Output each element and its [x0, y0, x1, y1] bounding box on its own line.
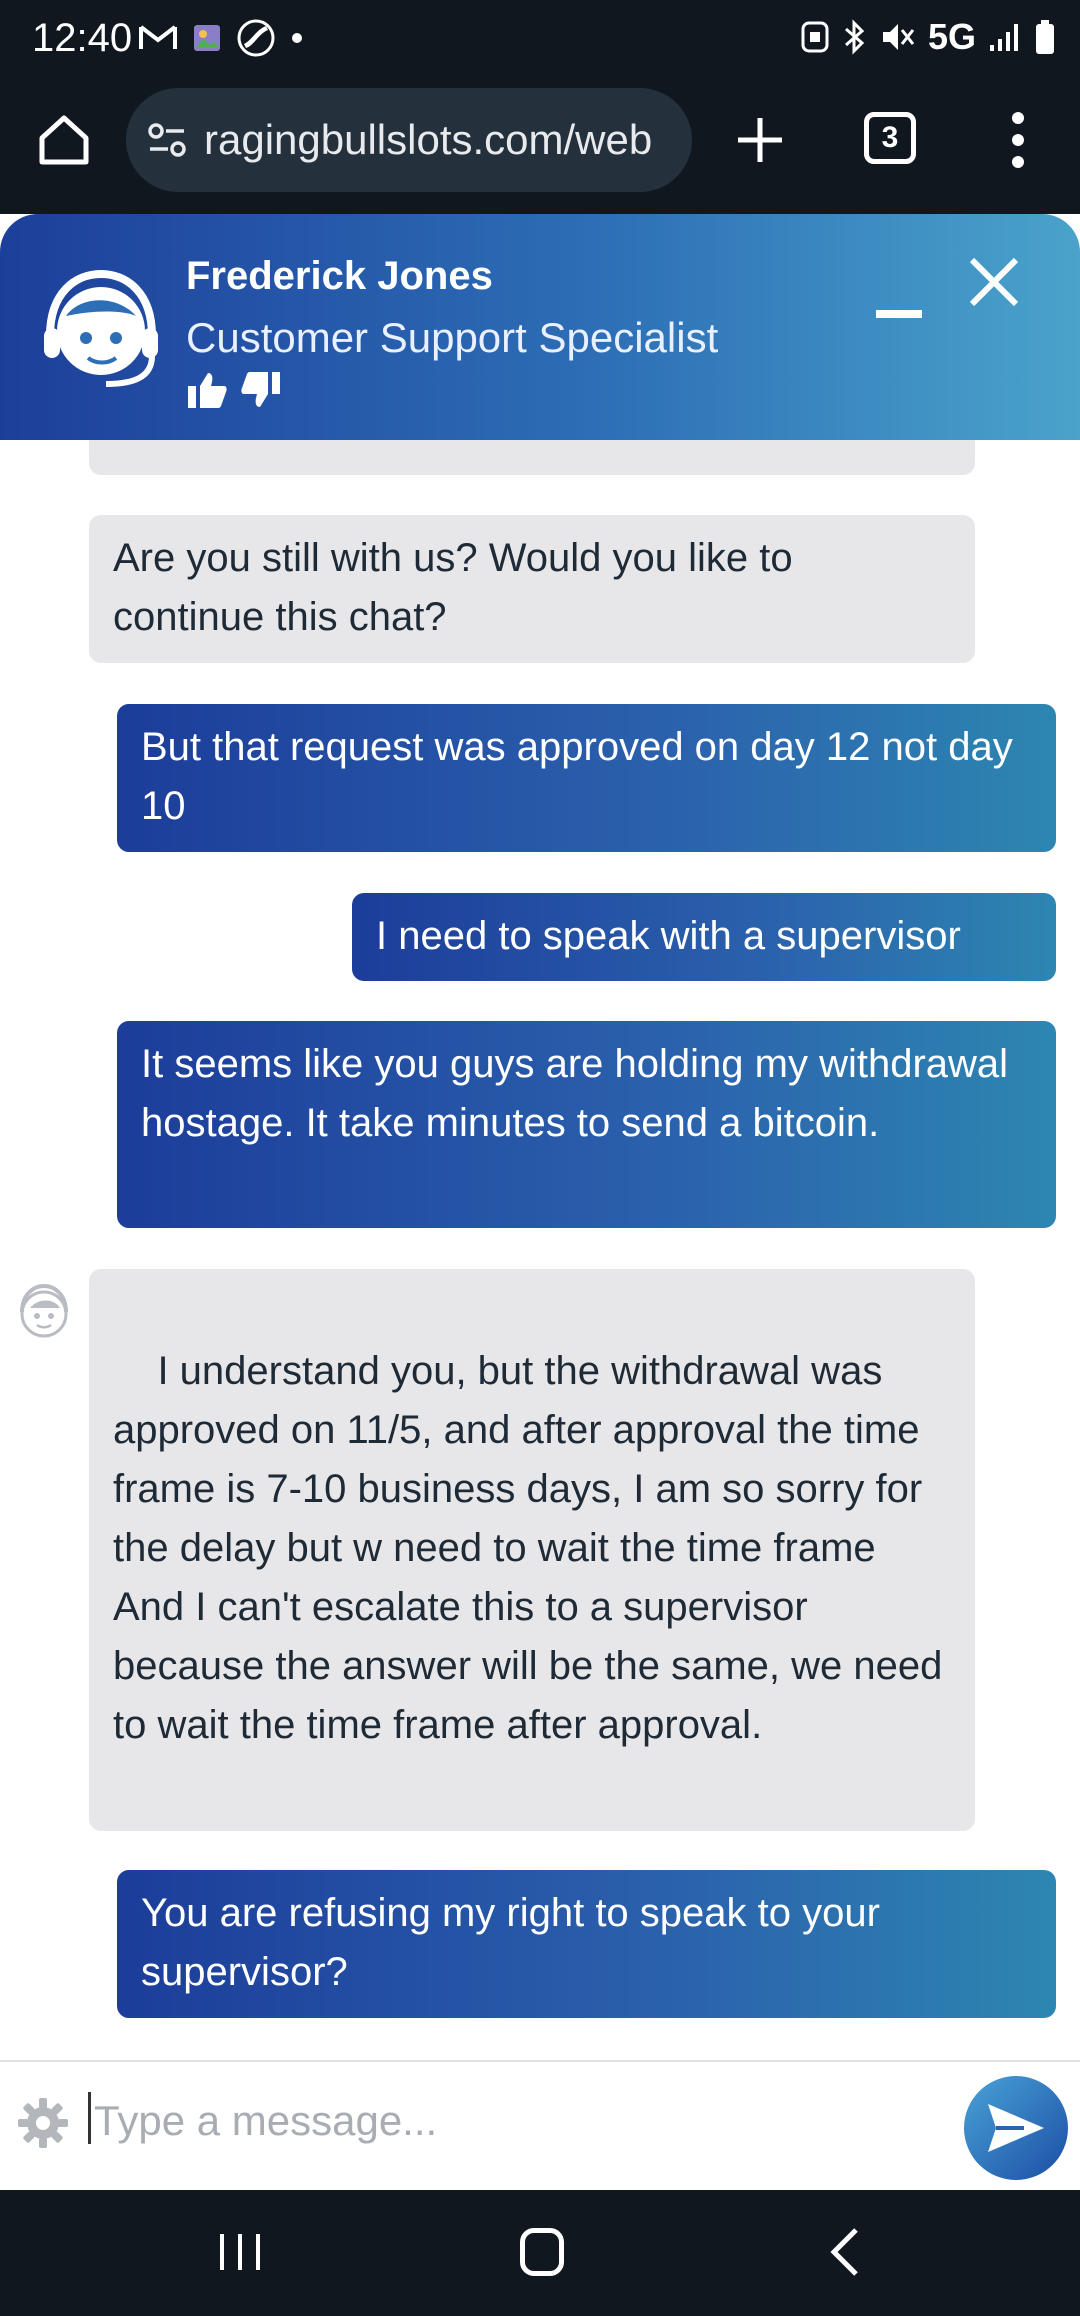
notification-icons — [138, 18, 304, 58]
agent-name: Frederick Jones — [186, 254, 493, 298]
bluetooth-icon — [844, 19, 865, 55]
agent-small-avatar-icon — [20, 1283, 68, 1338]
minimize-button[interactable] — [876, 310, 922, 318]
message-text: It seems like you guys are holding my wi… — [141, 1042, 1009, 1145]
message-composer — [0, 2060, 1080, 2190]
tab-switcher-button[interactable]: 3 — [864, 112, 916, 164]
user-message: It seems like you guys are holding my wi… — [117, 1021, 1056, 1228]
home-nav-button[interactable] — [520, 2228, 564, 2276]
mute-icon — [882, 24, 915, 50]
battery-saver-icon — [801, 21, 829, 53]
site-settings-icon[interactable] — [146, 118, 190, 162]
status-right-icons: 5G — [800, 16, 1056, 58]
message-text: I understand you, but the withdrawal was… — [113, 1349, 943, 1747]
photos-icon — [194, 25, 220, 51]
agent-avatar-icon — [44, 269, 158, 387]
signal-icon — [990, 24, 1018, 51]
agent-message: I understand you, but the withdrawal was… — [89, 1269, 975, 1831]
gear-icon[interactable] — [16, 2096, 70, 2150]
system-nav-bar — [0, 2190, 1080, 2316]
user-message: But that request was approved on day 12 … — [117, 704, 1056, 852]
chat-widget: Frederick Jones Customer Support Special… — [0, 214, 1080, 2060]
url-text: ragingbullslots.com/web — [204, 116, 653, 163]
close-icon[interactable] — [966, 254, 1022, 310]
back-icon[interactable] — [826, 2226, 866, 2278]
home-icon[interactable] — [34, 110, 94, 170]
send-button[interactable] — [964, 2076, 1068, 2180]
browser-app-icon — [237, 19, 275, 57]
status-bar: 12:40 5G — [0, 0, 1080, 80]
status-time: 12:40 — [32, 16, 133, 60]
message-text: I need to speak with a supervisor — [376, 914, 961, 958]
gmail-icon — [139, 25, 177, 49]
chat-header: Frederick Jones Customer Support Special… — [0, 214, 1080, 440]
message-text: Are you still with us? Would you like to… — [113, 536, 793, 639]
message-text: But that request was approved on day 12 … — [141, 725, 1013, 828]
thumbs-down-icon[interactable] — [240, 370, 282, 410]
dot-icon — [292, 33, 302, 43]
message-input[interactable] — [88, 2076, 948, 2166]
user-message: I need to speak with a supervisor — [352, 893, 1056, 981]
network-type: 5G — [927, 16, 976, 57]
address-bar[interactable]: ragingbullslots.com/web — [126, 88, 692, 192]
browser-toolbar: ragingbullslots.com/web 3 — [0, 80, 1080, 214]
agent-message: Are you still with us? Would you like to… — [89, 515, 975, 663]
agent-role: Customer Support Specialist — [186, 314, 719, 361]
more-options-icon[interactable] — [1000, 108, 1036, 172]
thumbs-up-icon[interactable] — [186, 370, 228, 410]
battery-icon — [1036, 20, 1054, 54]
message-text: You are refusing my right to speak to yo… — [141, 1891, 880, 1994]
user-message: You are refusing my right to speak to yo… — [117, 1870, 1056, 2018]
recent-apps-icon[interactable] — [210, 2232, 270, 2272]
new-tab-icon[interactable] — [730, 110, 790, 170]
send-icon — [988, 2104, 1044, 2152]
rating-buttons — [186, 370, 282, 410]
